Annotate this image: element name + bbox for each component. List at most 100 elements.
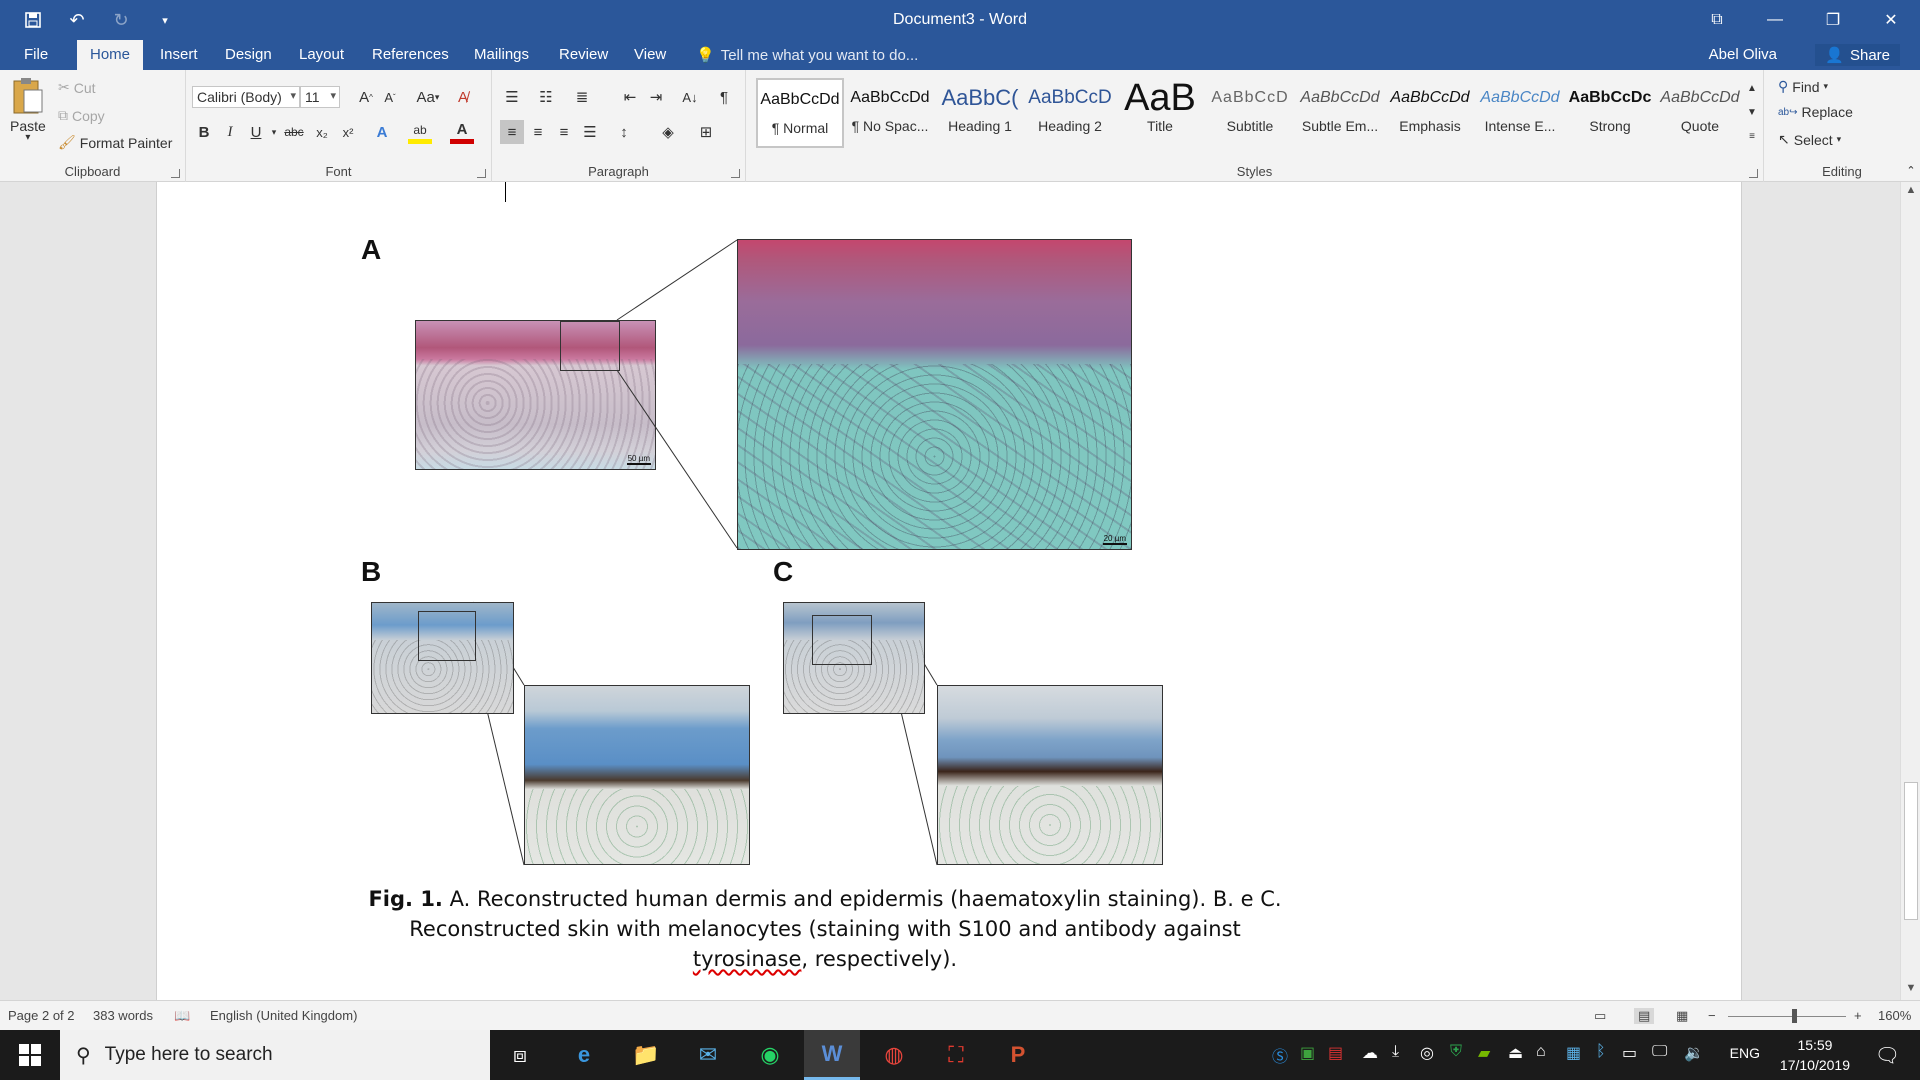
zoom-out-icon[interactable]: − [1708,1008,1716,1023]
collapse-ribbon-icon[interactable]: ⌃ [1902,158,1920,182]
edge-icon[interactable]: e [556,1030,612,1080]
tab-mailings[interactable]: Mailings [474,46,529,63]
misspelled-word[interactable]: tyrosinase [693,947,802,971]
zoom-slider-knob[interactable] [1792,1009,1797,1023]
select-button[interactable]: ↖ Select ▾ [1778,131,1841,148]
tab-view[interactable]: View [634,46,666,63]
start-button[interactable] [0,1030,60,1080]
multilevel-list-icon[interactable]: ≣ [570,85,594,109]
paste-button[interactable]: Paste ▾ [10,76,46,143]
proofing-icon[interactable]: 📖 [174,1008,190,1024]
show-formatting-icon[interactable]: ¶ [712,85,736,109]
styles-scroll-up-icon[interactable]: ▲ [1744,76,1760,100]
replace-button[interactable]: ab↪ Replace [1778,104,1853,120]
defender-icon[interactable]: ⛨ [1450,1043,1462,1061]
italic-icon[interactable]: I [218,120,242,144]
style-emphasis[interactable]: AaBbCcDd Emphasis [1386,78,1474,148]
sort-icon[interactable]: A↓ [678,85,702,109]
format-painter-button[interactable]: 🖌 Format Painter [58,134,172,151]
tray-app-icon[interactable]: ◎ [1420,1043,1434,1063]
task-view-icon[interactable]: ⧈ [492,1030,548,1080]
file-explorer-icon[interactable]: 📁 [618,1030,674,1080]
style-heading-2[interactable]: AaBbCcD Heading 2 [1026,78,1114,148]
change-case-button[interactable]: Aa ▾ [412,85,444,109]
justify-icon[interactable]: ☰ [578,120,602,144]
usb-icon[interactable]: ⏏ [1508,1043,1523,1063]
document-page[interactable]: A 50 µm 20 µm B C Fig. 1. A. Reconstruct… [156,182,1742,1000]
share-button[interactable]: 👤 Share [1815,44,1900,66]
dialog-launcher-icon[interactable] [477,169,486,178]
battery-icon[interactable]: ▭ [1622,1043,1637,1063]
vertical-scrollbar[interactable]: ▲ ▼ [1900,182,1920,1000]
styles-scroll-down-icon[interactable]: ▼ [1744,100,1760,124]
highlight-icon[interactable]: ab [408,120,432,144]
align-right-icon[interactable]: ≡ [552,120,576,144]
tab-layout[interactable]: Layout [299,46,344,63]
font-size-combo[interactable]: 11 [300,86,340,108]
tab-insert[interactable]: Insert [160,46,198,63]
font-name-combo[interactable]: Calibri (Body) [192,86,300,108]
close-icon[interactable]: ✕ [1862,0,1920,40]
read-mode-icon[interactable]: ▭ [1594,1008,1606,1024]
style-subtle-emphasis[interactable]: AaBbCcDd Subtle Em... [1296,78,1384,148]
find-button[interactable]: ⚲ Find ▾ [1778,78,1828,95]
zoom-level[interactable]: 160% [1878,1008,1911,1023]
line-spacing-icon[interactable]: ↕ [612,120,636,144]
taskbar-search[interactable]: ⚲ Type here to search [60,1030,490,1080]
tray-app-icon[interactable]: ⌂ [1536,1043,1546,1061]
maximize-icon[interactable]: ❐ [1804,0,1862,40]
network-icon[interactable]: 🖵 [1652,1043,1667,1061]
user-name[interactable]: Abel Oliva [1709,46,1777,63]
bold-icon[interactable]: B [192,120,216,144]
cut-button[interactable]: ✂ Cut [58,79,96,96]
tab-home[interactable]: Home [77,40,144,71]
style-subtitle[interactable]: AaBbCcD Subtitle [1206,78,1294,148]
minimize-icon[interactable]: — [1746,0,1804,40]
font-color-icon[interactable]: A [450,120,474,144]
shading-icon[interactable]: ◈ [656,120,680,144]
tab-design[interactable]: Design [225,46,272,63]
tab-review[interactable]: Review [559,46,608,63]
grow-font-icon[interactable]: A ^ [354,85,378,109]
decrease-indent-icon[interactable]: ⇤ [618,85,642,109]
style-normal[interactable]: AaBbCcDd ¶ Normal [756,78,844,148]
tell-me-box[interactable]: 💡 Tell me what you want to do... [696,46,918,65]
tray-app-icon[interactable]: ▦ [1566,1043,1581,1063]
dialog-launcher-icon[interactable] [731,169,740,178]
nvidia-icon[interactable]: ▰ [1478,1043,1490,1063]
scroll-down-icon[interactable]: ▼ [1903,982,1919,998]
clock[interactable]: 15:59 17/10/2019 [1780,1035,1850,1075]
notification-center-icon[interactable]: 🗨 [1875,1043,1900,1068]
strikethrough-icon[interactable]: abc [282,120,306,144]
style-strong[interactable]: AaBbCcDc Strong [1566,78,1654,148]
dialog-launcher-icon[interactable] [171,169,180,178]
shrink-font-icon[interactable]: Aˇ [378,85,402,109]
acrobat-icon[interactable]: ⛶ [928,1030,984,1080]
copy-button[interactable]: ⧉ Copy [58,107,105,124]
dialog-launcher-icon[interactable] [1749,169,1758,178]
increase-indent-icon[interactable]: ⇥ [644,85,668,109]
word-count[interactable]: 383 words [93,1008,153,1023]
input-language[interactable]: ENG [1730,1045,1760,1061]
ribbon-display-icon[interactable]: ⧉ [1688,0,1746,40]
mail-app-icon[interactable]: ✉ [680,1030,736,1080]
style-intense-emphasis[interactable]: AaBbCcDd Intense E... [1476,78,1564,148]
print-layout-icon[interactable]: ▤ [1634,1008,1655,1024]
powerpoint-icon[interactable]: P [990,1030,1046,1080]
skype-tray-icon[interactable]: Ⓢ [1272,1043,1288,1067]
tab-file[interactable]: File [24,46,48,63]
style-heading-1[interactable]: AaBbC( Heading 1 [936,78,1024,148]
volume-icon[interactable]: 🔉 [1684,1043,1704,1063]
subscript-icon[interactable]: x₂ [310,120,334,144]
scroll-up-icon[interactable]: ▲ [1903,184,1919,200]
style-quote[interactable]: AaBbCcDd Quote [1656,78,1744,148]
bluetooth-icon[interactable]: ᛒ [1596,1043,1606,1061]
numbering-icon[interactable]: ☷ [534,85,558,109]
onedrive-icon[interactable]: ☁ [1362,1043,1378,1063]
zoom-in-icon[interactable]: + [1854,1008,1862,1023]
borders-icon[interactable]: ⊞ [694,120,718,144]
tray-app-icon[interactable]: ▤ [1328,1043,1343,1063]
bullets-icon[interactable]: ☰ [500,85,524,109]
style-no-spacing[interactable]: AaBbCcDd ¶ No Spac... [846,78,934,148]
language-indicator[interactable]: English (United Kingdom) [210,1008,357,1023]
